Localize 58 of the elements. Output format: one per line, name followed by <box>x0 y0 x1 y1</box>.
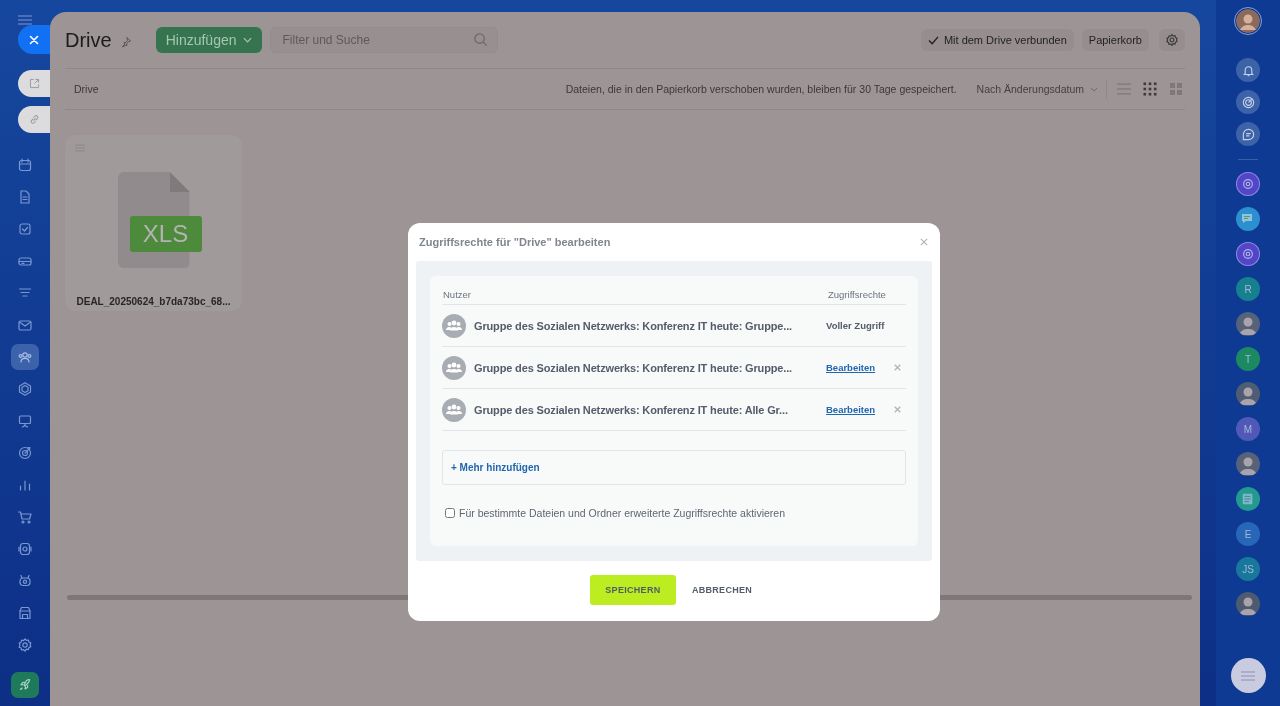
column-header: Nutzer <box>442 288 472 300</box>
user-avatar[interactable] <box>1236 452 1260 476</box>
checkmark-icon <box>927 35 939 45</box>
chat-avatar[interactable]: M <box>1236 417 1260 441</box>
access-level: Voller Zugriff <box>826 320 886 331</box>
page-title: Drive <box>65 28 112 52</box>
sort-dropdown[interactable]: Nach Änderungsdatum <box>976 83 1098 95</box>
radar-icon[interactable] <box>1236 90 1260 114</box>
save-button[interactable]: SPEICHERN <box>589 575 676 605</box>
checkbox-label[interactable]: Für bestimmte Dateien und Ordner erweiterte Zugriffsrechte aktivieren <box>459 507 786 519</box>
breadcrumb[interactable]: Drive <box>74 83 99 95</box>
tiles-view-icon[interactable] <box>1167 82 1185 96</box>
group-avatar-icon <box>442 397 466 422</box>
user-avatar[interactable] <box>1236 382 1260 406</box>
rocket-icon[interactable] <box>11 672 39 698</box>
chevron-down-icon <box>1090 86 1098 92</box>
menu-button[interactable] <box>1230 658 1266 693</box>
user-avatar[interactable] <box>1236 592 1260 616</box>
chevron-down-icon <box>242 37 252 43</box>
settings-button[interactable] <box>1159 29 1185 51</box>
group-name: Gruppe des Sozialen Netzwerks: Konferenz IT heute: Gruppe... <box>474 319 793 332</box>
group-name: Gruppe des Sozialen Netzwerks: Konferenz IT heute: Gruppe... <box>474 361 793 374</box>
group-avatar-icon <box>442 355 466 380</box>
extended-rights-checkbox[interactable] <box>445 508 455 518</box>
group-name: Gruppe des Sozialen Netzwerks: Konferenz IT heute: Alle Gr... <box>474 403 789 416</box>
file-name: DEAL_20250624_b7da73bc_68... <box>76 296 231 307</box>
people-icon[interactable] <box>11 344 39 370</box>
channel-icon[interactable] <box>1236 242 1260 266</box>
grid-view-icon[interactable] <box>1141 82 1159 96</box>
close-button[interactable] <box>18 25 50 54</box>
notifications-icon[interactable] <box>1236 58 1260 82</box>
column-header: Zugriffsrechte <box>828 288 887 300</box>
sync-status-button[interactable]: Mit dem Drive verbunden <box>920 29 1074 51</box>
channel-icon[interactable] <box>1236 172 1260 196</box>
group-avatar-icon <box>442 313 466 338</box>
edit-access-link[interactable]: Bearbeiten <box>826 362 886 373</box>
search-field[interactable]: Filter und Suche <box>269 27 498 53</box>
menu-icon <box>1241 670 1255 681</box>
user-avatar[interactable] <box>1234 7 1262 35</box>
trash-notice: Dateien, die in den Papierkorb verschoben wurden, bleiben für 30 Tage gespeichert. <box>565 83 957 95</box>
file-card[interactable]: XLS DEAL_20250624_b7da73bc_68... <box>65 135 242 311</box>
chat-icon[interactable] <box>1236 122 1260 146</box>
chat-avatar[interactable]: E <box>1236 522 1260 546</box>
edit-access-link[interactable]: Bearbeiten <box>826 404 886 415</box>
link-icon[interactable] <box>18 106 50 133</box>
cancel-button[interactable]: ABBRECHEN <box>685 584 759 596</box>
chat-bubble-icon[interactable] <box>1236 207 1260 231</box>
close-icon <box>29 34 39 45</box>
external-link-icon[interactable] <box>18 70 50 97</box>
trash-button[interactable]: Papierkorb <box>1081 29 1149 51</box>
news-icon[interactable] <box>1236 487 1260 511</box>
pin-icon[interactable] <box>119 36 132 48</box>
user-avatar[interactable] <box>1236 312 1260 336</box>
add-more-button[interactable]: + Mehr hinzufügen <box>442 450 906 485</box>
add-button[interactable]: Hinzufügen <box>155 27 262 53</box>
chat-avatar[interactable]: JS <box>1236 557 1260 581</box>
settings-icon <box>1165 33 1179 47</box>
dialog-title: Zugriffsrechte für "Drive" bearbeiten <box>419 236 612 248</box>
